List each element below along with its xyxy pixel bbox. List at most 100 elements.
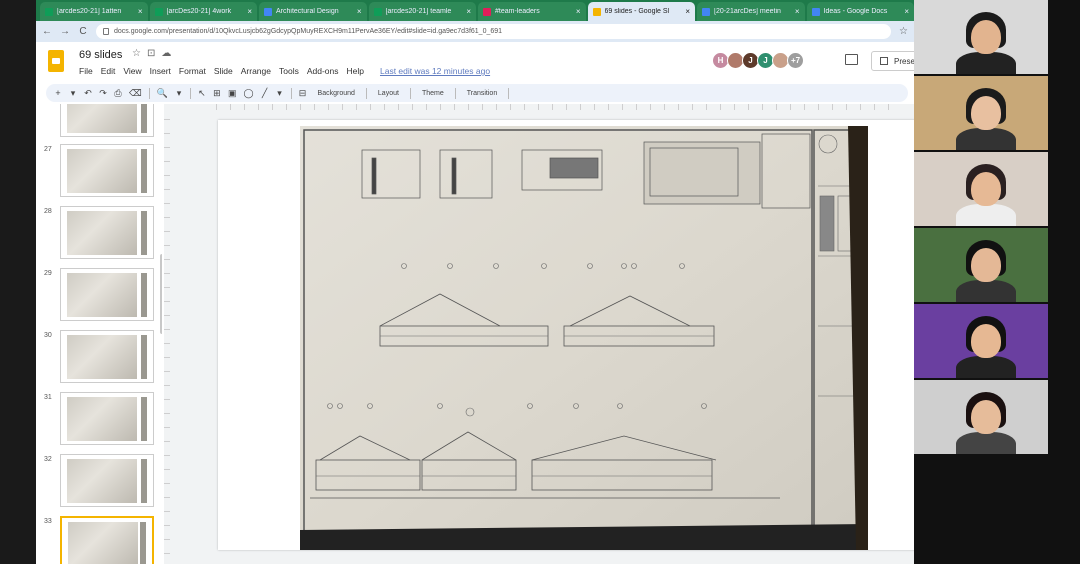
background-button[interactable]: Background [314,90,359,97]
menu-item-tools[interactable]: Tools [279,66,299,76]
print-icon[interactable]: ⎙ [114,88,122,99]
menu-item-slide[interactable]: Slide [214,66,233,76]
browser-tab[interactable]: [arcdes20-21] teamle × [368,2,476,21]
current-slide[interactable] [218,120,914,550]
tab-close-icon[interactable]: × [685,7,690,16]
slide-number: 29 [44,270,52,277]
menu-item-file[interactable]: File [79,66,93,76]
filmstrip-slide[interactable]: 27 [36,144,162,200]
tab-favicon-icon [373,7,382,16]
thumbnail-edge [141,273,147,317]
menu-item-format[interactable]: Format [179,66,206,76]
redo-icon[interactable]: ↷ [99,88,107,99]
move-folder-icon[interactable]: ⊡ [147,48,155,59]
present-icon [880,57,888,65]
filmstrip-slide[interactable]: 30 [36,330,162,386]
zoom-dropdown-icon[interactable]: ▾ [175,88,183,99]
participant-video-tile[interactable] [914,0,1048,74]
menu-item-help[interactable]: Help [347,66,364,76]
line-icon[interactable]: ╱ [261,88,269,99]
browser-tab[interactable]: 69 slides - Google Sl × [587,2,695,21]
present-button[interactable]: Prese [871,51,914,71]
browser-tab[interactable]: Ideas - Google Docs × [806,2,914,21]
zoom-icon[interactable]: 🔍 [157,88,168,99]
tab-close-icon[interactable]: × [904,7,909,16]
screen: [arcdes20-21] 1atten × [arcDes20-21] 4work… [0,0,1080,564]
menu-item-edit[interactable]: Edit [101,66,116,76]
browser-tab[interactable]: [20-21arcDes] meetin × [697,2,805,21]
back-icon[interactable]: ← [42,26,52,37]
new-slide-dropdown-icon[interactable]: ▾ [69,88,77,99]
participant-video-tile[interactable] [914,304,1048,378]
last-edit-link[interactable]: Last edit was 12 minutes ago [380,66,490,76]
browser-tab[interactable]: [arcdes20-21] 1atten × [40,2,148,21]
filmstrip-slide[interactable]: 31 [36,392,162,448]
browser-tab[interactable]: Architectural Design × [259,2,367,21]
paint-format-icon[interactable]: ⌫ [129,88,142,99]
slide-thumbnail[interactable] [60,206,154,259]
filmstrip-slide[interactable]: 33 [36,516,162,564]
thumbnail-image [67,104,137,133]
comment-history-icon[interactable] [845,54,858,65]
shape-icon[interactable]: ◯ [243,88,253,99]
menu-item-view[interactable]: View [123,66,141,76]
image-icon[interactable]: ▣ [228,88,237,99]
participant-video-tile[interactable] [914,380,1048,454]
browser-tab[interactable]: [arcDes20-21] 4work × [149,2,257,21]
video-call-panel [914,0,1080,564]
undo-icon[interactable]: ↶ [84,88,92,99]
reload-icon[interactable]: C [78,26,88,37]
document-title[interactable]: 69 slides [79,49,122,61]
browser-tab[interactable]: #team-leaders × [478,2,586,21]
star-icon[interactable]: ☆ [132,48,141,59]
bookmark-star-icon[interactable]: ☆ [899,26,908,37]
title-actions: ☆ ⊡ ☁ [132,48,171,59]
blueprint-photo[interactable] [300,126,868,550]
participant-body [956,128,1016,150]
text-box-icon[interactable]: ⊞ [213,88,221,99]
filmstrip-slide[interactable]: 32 [36,454,162,510]
participant-video-tile[interactable] [914,228,1048,302]
filmstrip-slide[interactable]: 29 [36,268,162,324]
new-slide-icon[interactable]: + [54,88,62,98]
tab-close-icon[interactable]: × [576,7,581,16]
tab-favicon-icon [702,7,710,16]
tab-close-icon[interactable]: × [357,7,362,16]
menu-item-insert[interactable]: Insert [150,66,171,76]
slide-thumbnail[interactable] [60,392,154,445]
theme-button[interactable]: Theme [418,90,448,97]
select-icon[interactable]: ↖ [198,88,206,99]
slide-thumbnail[interactable] [60,104,154,137]
collaborator-avatar[interactable]: +7 [787,52,804,69]
slide-thumbnail[interactable] [60,144,154,197]
slide-thumbnail[interactable] [60,454,154,507]
forward-icon[interactable]: → [60,26,70,37]
google-slides-logo-icon[interactable] [48,50,64,72]
filmstrip-slide[interactable] [36,104,162,140]
slide-number: 32 [44,456,52,463]
participant-body [956,280,1016,302]
tab-label: 69 slides - Google Sl [604,8,670,15]
transition-button[interactable]: Transition [463,90,501,97]
slide-thumbnail[interactable] [60,330,154,383]
blueprint-drawing [300,126,868,550]
tab-close-icon[interactable]: × [247,7,252,16]
comment-icon[interactable]: ⊟ [299,88,307,99]
line-dropdown-icon[interactable]: ▾ [276,88,284,99]
menu-item-addons[interactable]: Add-ons [307,66,339,76]
participant-video-tile[interactable] [914,152,1048,226]
thumbnail-edge [141,149,147,193]
filmstrip-slide[interactable]: 28 [36,206,162,262]
participant-body [956,204,1016,226]
tab-close-icon[interactable]: × [466,7,471,16]
url-field[interactable]: docs.google.com/presentation/d/10QkvcLus… [96,24,892,39]
slide-thumbnail[interactable] [60,516,154,564]
tab-close-icon[interactable]: × [138,7,143,16]
layout-button[interactable]: Layout [374,90,403,97]
tab-close-icon[interactable]: × [795,7,800,16]
tab-label: Ideas - Google Docs [823,8,888,15]
participant-video-tile[interactable] [914,76,1048,150]
slide-thumbnail[interactable] [60,268,154,321]
menu-item-arrange[interactable]: Arrange [241,66,271,76]
cloud-status-icon[interactable]: ☁ [161,48,171,59]
